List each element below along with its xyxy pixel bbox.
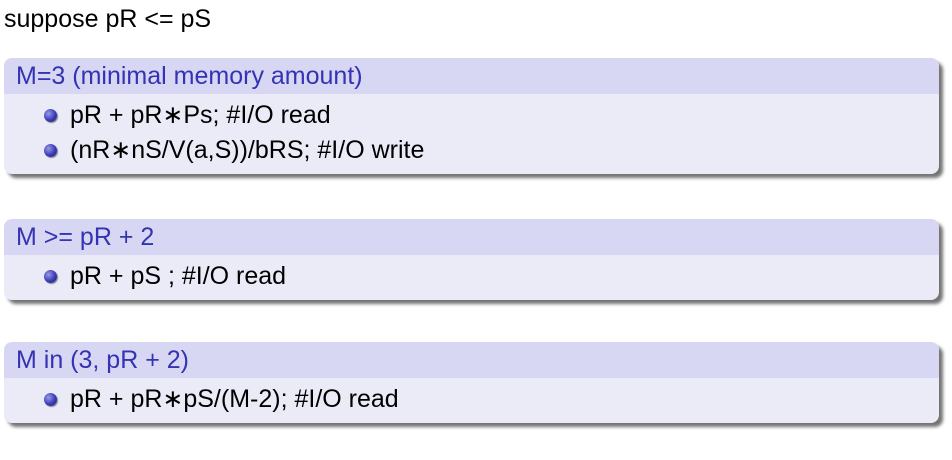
- list-item: pR + pR∗pS/(M-2); #I/O read: [4, 382, 939, 417]
- block-title: M=3 (minimal memory amount): [4, 58, 939, 94]
- list-item-text: pR + pR∗Ps; #I/O read: [70, 101, 331, 129]
- bullet-icon: [44, 144, 57, 157]
- list-item: pR + pS ; #I/O read: [4, 259, 939, 294]
- block-title: M in (3, pR + 2): [4, 342, 939, 378]
- block-body: pR + pS ; #I/O read: [4, 255, 939, 300]
- block-body: pR + pR∗Ps; #I/O read (nR∗nS/V(a,S))/bRS…: [4, 94, 939, 174]
- list-item-text: pR + pS ; #I/O read: [70, 262, 287, 290]
- bullet-icon: [44, 109, 57, 122]
- block-large-memory: M >= pR + 2 pR + pS ; #I/O read: [4, 219, 939, 300]
- block-title: M >= pR + 2: [4, 219, 939, 255]
- list-item-text: (nR∗nS/V(a,S))/bRS; #I/O write: [70, 136, 425, 164]
- block-minimal-memory: M=3 (minimal memory amount) pR + pR∗Ps; …: [4, 58, 939, 174]
- list-item: pR + pR∗Ps; #I/O read: [4, 98, 939, 133]
- bullet-icon: [44, 393, 57, 406]
- block-body: pR + pR∗pS/(M-2); #I/O read: [4, 378, 939, 423]
- intro-text: suppose pR <= pS: [4, 5, 212, 33]
- bullet-icon: [44, 270, 57, 283]
- list-item: (nR∗nS/V(a,S))/bRS; #I/O write: [4, 133, 939, 168]
- list-item-text: pR + pR∗pS/(M-2); #I/O read: [70, 385, 399, 413]
- block-intermediate-memory: M in (3, pR + 2) pR + pR∗pS/(M-2); #I/O …: [4, 342, 939, 423]
